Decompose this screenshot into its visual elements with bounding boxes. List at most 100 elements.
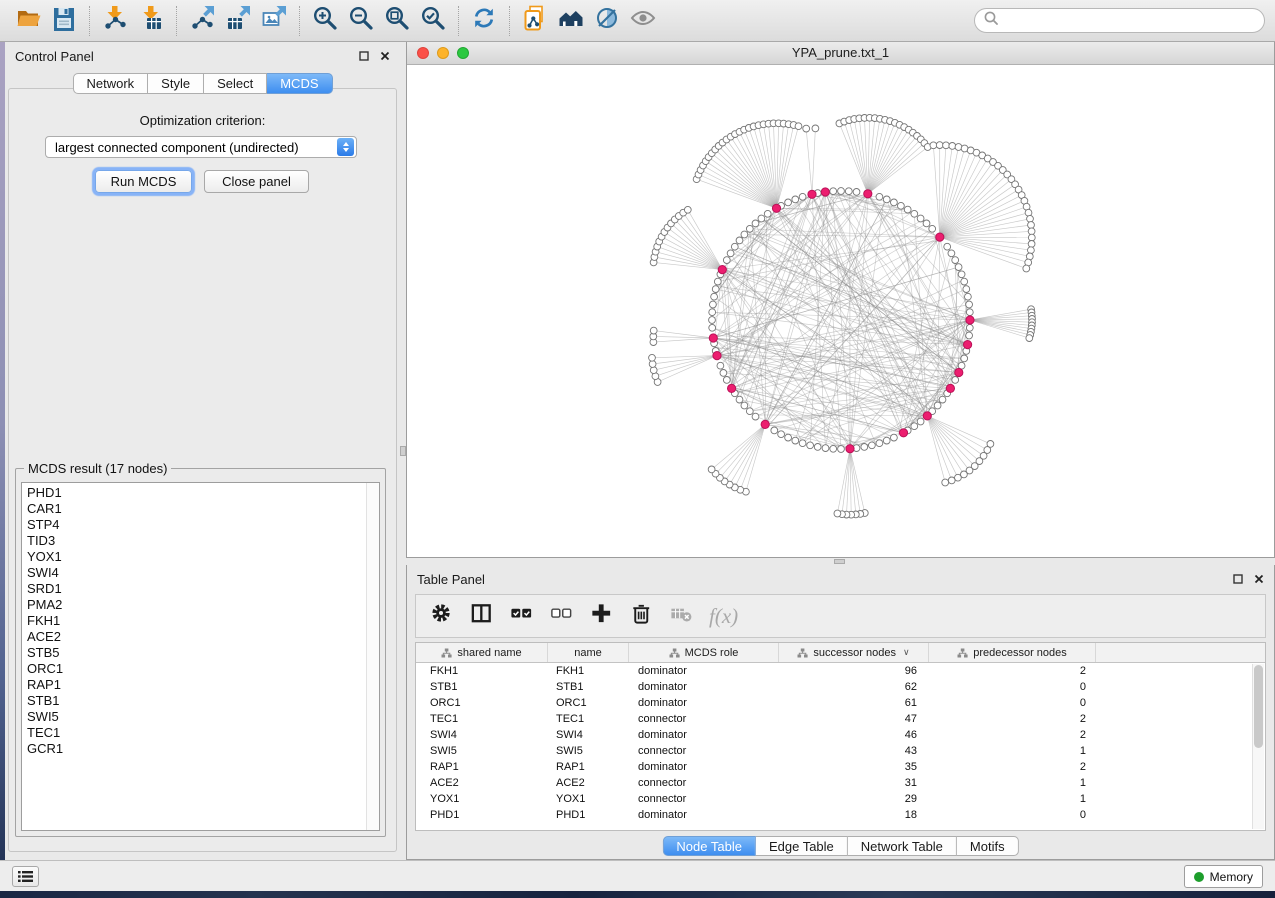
cell-name[interactable]: STB1 — [548, 679, 629, 695]
table-row[interactable]: RAP1RAP1dominator352 — [416, 759, 1265, 775]
cell-successor-nodes[interactable]: 46 — [779, 727, 929, 743]
gear-button[interactable] — [429, 601, 454, 631]
open-folder-button[interactable] — [10, 4, 46, 38]
column-header-successor-nodes[interactable]: successor nodes∨ — [779, 643, 929, 662]
zoom-out-button[interactable] — [343, 4, 379, 38]
cell-successor-nodes[interactable]: 18 — [779, 807, 929, 823]
mcds-result-item[interactable]: CAR1 — [22, 501, 365, 517]
cell-name[interactable]: SWI5 — [548, 743, 629, 759]
cell-MCDS-role[interactable]: connector — [629, 791, 779, 807]
cell-shared-name[interactable]: SWI4 — [416, 727, 548, 743]
cell-MCDS-role[interactable]: dominator — [629, 663, 779, 679]
cell-name[interactable]: TEC1 — [548, 711, 629, 727]
float-table-panel-icon[interactable] — [1233, 572, 1243, 587]
cell-predecessor-nodes[interactable]: 0 — [929, 679, 1096, 695]
cell-successor-nodes[interactable]: 96 — [779, 663, 929, 679]
cell-successor-nodes[interactable]: 31 — [779, 775, 929, 791]
mcds-result-item[interactable]: RAP1 — [22, 677, 365, 693]
cell-shared-name[interactable]: ORC1 — [416, 695, 548, 711]
mcds-result-item[interactable]: PHD1 — [22, 485, 365, 501]
cell-successor-nodes[interactable]: 43 — [779, 743, 929, 759]
memory-button[interactable]: Memory — [1184, 865, 1263, 888]
cell-predecessor-nodes[interactable]: 1 — [929, 775, 1096, 791]
trash-button[interactable] — [629, 601, 654, 631]
table-row[interactable]: STB1STB1dominator620 — [416, 679, 1265, 695]
network-graph[interactable] — [407, 65, 1274, 556]
close-panel-icon[interactable] — [380, 49, 390, 64]
tab-node-table[interactable]: Node Table — [662, 836, 756, 856]
import-table-button[interactable] — [133, 4, 169, 38]
checked-boxes-button[interactable] — [509, 601, 534, 631]
cell-name[interactable]: SWI4 — [548, 727, 629, 743]
cell-predecessor-nodes[interactable]: 2 — [929, 711, 1096, 727]
cell-name[interactable]: RAP1 — [548, 759, 629, 775]
mcds-result-item[interactable]: YOX1 — [22, 549, 365, 565]
cell-shared-name[interactable]: STB1 — [416, 679, 548, 695]
cell-MCDS-role[interactable]: dominator — [629, 695, 779, 711]
mcds-result-list[interactable]: PHD1CAR1STP4TID3YOX1SWI4SRD1PMA2FKH1ACE2… — [21, 482, 380, 831]
mcds-result-item[interactable]: SWI5 — [22, 709, 365, 725]
tab-style[interactable]: Style — [148, 73, 204, 94]
tab-edge-table[interactable]: Edge Table — [756, 836, 848, 856]
cell-name[interactable]: ACE2 — [548, 775, 629, 791]
result-list-scrollbar[interactable] — [366, 483, 379, 830]
tab-network-table[interactable]: Network Table — [848, 836, 957, 856]
horizontal-splitter-handle[interactable] — [834, 559, 845, 564]
cell-shared-name[interactable]: SWI5 — [416, 743, 548, 759]
tab-mcds[interactable]: MCDS — [267, 73, 332, 94]
cell-predecessor-nodes[interactable]: 1 — [929, 743, 1096, 759]
mcds-result-item[interactable]: STP4 — [22, 517, 365, 533]
clone-network-button[interactable] — [517, 4, 553, 38]
cell-name[interactable]: PHD1 — [548, 807, 629, 823]
table-row[interactable]: YOX1YOX1connector291 — [416, 791, 1265, 807]
export-network-button[interactable] — [184, 4, 220, 38]
plus-button[interactable] — [589, 601, 614, 631]
circle-slash-button[interactable] — [589, 4, 625, 38]
mcds-result-item[interactable]: GCR1 — [22, 741, 365, 757]
cell-predecessor-nodes[interactable]: 1 — [929, 791, 1096, 807]
export-table-button[interactable] — [220, 4, 256, 38]
network-canvas[interactable] — [407, 65, 1274, 556]
cell-shared-name[interactable]: FKH1 — [416, 663, 548, 679]
close-table-panel-icon[interactable] — [1254, 572, 1264, 587]
cell-name[interactable]: FKH1 — [548, 663, 629, 679]
table-scrollbar-thumb[interactable] — [1254, 665, 1263, 748]
cell-MCDS-role[interactable]: connector — [629, 775, 779, 791]
search-box[interactable] — [974, 8, 1265, 33]
mcds-result-item[interactable]: ORC1 — [22, 661, 365, 677]
mcds-result-item[interactable]: STB1 — [22, 693, 365, 709]
cell-successor-nodes[interactable]: 62 — [779, 679, 929, 695]
save-floppy-button[interactable] — [46, 4, 82, 38]
close-panel-button[interactable]: Close panel — [204, 170, 309, 193]
maximize-window-icon[interactable] — [457, 47, 469, 59]
table-row[interactable]: ACE2ACE2connector311 — [416, 775, 1265, 791]
cell-predecessor-nodes[interactable]: 2 — [929, 727, 1096, 743]
cell-MCDS-role[interactable]: dominator — [629, 727, 779, 743]
column-header-shared-name[interactable]: shared name — [416, 643, 548, 662]
float-panel-icon[interactable] — [359, 49, 369, 64]
tab-network[interactable]: Network — [72, 73, 148, 94]
cell-predecessor-nodes[interactable]: 2 — [929, 759, 1096, 775]
mcds-result-item[interactable]: SWI4 — [22, 565, 365, 581]
cell-shared-name[interactable]: TEC1 — [416, 711, 548, 727]
search-input[interactable] — [1004, 14, 1255, 28]
zoom-selected-button[interactable] — [415, 4, 451, 38]
cell-shared-name[interactable]: YOX1 — [416, 791, 548, 807]
cell-name[interactable]: YOX1 — [548, 791, 629, 807]
table-row[interactable]: SWI4SWI4dominator462 — [416, 727, 1265, 743]
mcds-result-item[interactable]: ACE2 — [22, 629, 365, 645]
table-row[interactable]: TEC1TEC1connector472 — [416, 711, 1265, 727]
column-header-predecessor-nodes[interactable]: predecessor nodes — [929, 643, 1096, 662]
cell-successor-nodes[interactable]: 35 — [779, 759, 929, 775]
tab-select[interactable]: Select — [204, 73, 267, 94]
refresh-layout-button[interactable] — [466, 4, 502, 38]
close-window-icon[interactable] — [417, 47, 429, 59]
mcds-result-item[interactable]: TEC1 — [22, 725, 365, 741]
mcds-result-item[interactable]: TID3 — [22, 533, 365, 549]
table-row[interactable]: ORC1ORC1dominator610 — [416, 695, 1265, 711]
cell-predecessor-nodes[interactable]: 2 — [929, 663, 1096, 679]
horizontal-splitter[interactable] — [406, 558, 1275, 565]
unchecked-boxes-button[interactable] — [549, 601, 574, 631]
table-row[interactable]: SWI5SWI5connector431 — [416, 743, 1265, 759]
cell-shared-name[interactable]: ACE2 — [416, 775, 548, 791]
